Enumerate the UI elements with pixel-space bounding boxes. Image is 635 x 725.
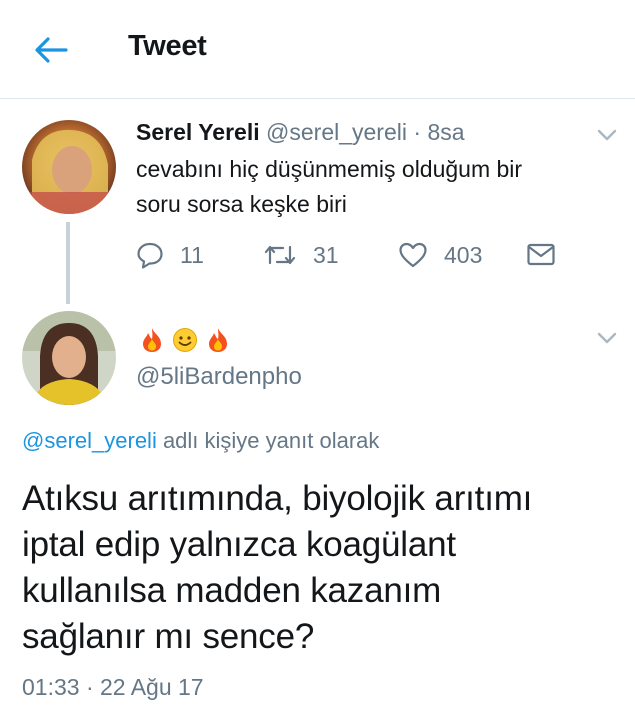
message-button[interactable]	[526, 238, 556, 272]
reply-to-link[interactable]: @serel_yereli	[22, 428, 157, 453]
chevron-down-icon[interactable]	[596, 331, 618, 345]
envelope-icon	[527, 243, 555, 266]
heart-icon	[399, 242, 427, 268]
retweet-button[interactable]: 31	[263, 238, 339, 272]
reply-icon	[137, 242, 163, 269]
retweet-icon	[264, 245, 296, 265]
reply-button[interactable]: 11	[136, 238, 204, 272]
retweet-count: 31	[313, 241, 339, 268]
reply-context: @serel_yereli adlı kişiye yanıt olarak	[22, 428, 379, 454]
fire-emoji	[143, 328, 161, 352]
chevron-down-icon[interactable]	[596, 128, 618, 142]
smile-emoji	[173, 328, 197, 352]
like-button[interactable]: 403	[398, 238, 482, 272]
main-tweet-text-line: Atıksu arıtımında, biyolojik arıtımı	[22, 479, 533, 518]
fire-emoji	[209, 328, 227, 352]
main-tweet-text-line: kullanılsa madden kazanım	[22, 571, 442, 610]
author-handle[interactable]: @5liBardenpho	[136, 363, 302, 391]
page-title: Tweet	[128, 30, 207, 62]
main-tweet-text-line: iptal edip yalnızca koagülant	[22, 525, 456, 564]
main-tweet-text: Atıksu arıtımında, biyolojik arıtımı ipt…	[22, 476, 622, 660]
top-bar: Tweet	[0, 0, 635, 99]
reply-count: 11	[180, 241, 204, 268]
display-name-emojis[interactable]	[140, 327, 230, 353]
avatar-serel-yereli[interactable]	[22, 120, 116, 214]
like-count: 403	[444, 241, 483, 268]
avatar-5libardenpho[interactable]	[22, 311, 116, 405]
tweet-text-line: cevabını hiç düşünmemiş olduğum bir	[136, 156, 523, 182]
back-arrow-icon[interactable]	[30, 30, 70, 70]
reply-to-suffix: adlı kişiye yanıt olarak	[156, 428, 380, 453]
author-handle[interactable]: @serel_yereli	[266, 119, 407, 145]
author-name[interactable]: Serel Yereli	[136, 119, 260, 145]
tweet-timestamp: 01:33 · 22 Ağu 17	[22, 674, 204, 700]
tweet-text: cevabını hiç düşünmemiş olduğum bir soru…	[136, 152, 596, 222]
tweet-text-line: soru sorsa keşke biri	[136, 191, 347, 217]
meta-separator: ·	[406, 119, 428, 145]
tweet-time: 8sa	[427, 119, 465, 145]
main-tweet-text-line: sağlanır mı sence?	[22, 617, 315, 656]
tweet-header: Serel Yereli @serel_yereli · 8sa	[136, 119, 465, 146]
thread-connector	[66, 222, 70, 304]
